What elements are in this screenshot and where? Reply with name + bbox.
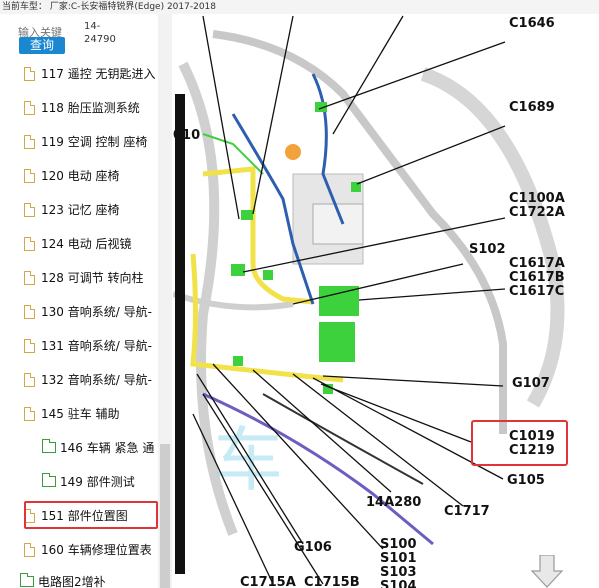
document-icon bbox=[24, 237, 35, 251]
tree-item[interactable]: 电路图2增补 bbox=[0, 572, 171, 588]
window-title: 当前车型： 厂家:C-长安福特锐界(Edge) 2017-2018 bbox=[0, 0, 599, 14]
tree-item[interactable]: 131 音响系统/ 导航- bbox=[0, 336, 171, 356]
tree-item[interactable]: 145 驻车 辅助 bbox=[0, 404, 171, 424]
connector-label: S100 bbox=[380, 537, 417, 552]
connector-label: S101 bbox=[380, 551, 417, 566]
connector-label: G107 bbox=[512, 376, 550, 391]
sidebar-scrollbar[interactable] bbox=[158, 14, 172, 588]
tree-item-label: 131 音响系统/ 导航- bbox=[41, 339, 152, 353]
document-icon bbox=[24, 101, 35, 115]
tree-item[interactable]: 130 音响系统/ 导航- bbox=[0, 302, 171, 322]
connector-label: C1646 bbox=[509, 16, 555, 31]
tree-item-label: 电路图2增补 bbox=[38, 575, 106, 588]
tree-item[interactable]: 132 音响系统/ 导航- bbox=[0, 370, 171, 390]
document-icon bbox=[24, 543, 35, 557]
tree-item-label: 118 胎压监测系统 bbox=[41, 101, 140, 115]
tree-item[interactable]: 146 车辆 紧急 通 bbox=[0, 438, 171, 458]
selection-highlight bbox=[24, 501, 158, 529]
tree-item-label: 124 电动 后视镜 bbox=[41, 237, 132, 251]
document-icon bbox=[24, 271, 35, 285]
document-icon bbox=[24, 373, 35, 387]
document-icon bbox=[24, 407, 35, 421]
tree-item-label: 130 音响系统/ 导航- bbox=[41, 305, 152, 319]
tree-item[interactable]: 149 部件测试 bbox=[0, 472, 171, 492]
connector-label: C1617B bbox=[509, 270, 565, 285]
folder-icon bbox=[42, 473, 56, 487]
search-result-line1: 14- bbox=[84, 21, 101, 32]
tree-item-label: 149 部件测试 bbox=[60, 475, 135, 489]
connector-label: G106 bbox=[294, 540, 332, 555]
document-icon bbox=[24, 305, 35, 319]
connector-label: S102 bbox=[469, 242, 506, 257]
tree-item-label: 160 车辆修理位置表 bbox=[41, 543, 152, 557]
connector-label: 14A280 bbox=[366, 495, 422, 510]
tree-item-label: 128 可调节 转向柱 bbox=[41, 271, 144, 285]
document-icon bbox=[24, 339, 35, 353]
folder-icon bbox=[20, 573, 34, 587]
tree-item[interactable]: 128 可调节 转向柱 bbox=[0, 268, 171, 288]
scroll-thumb[interactable] bbox=[160, 444, 170, 588]
search-result-line2: 24790 bbox=[84, 34, 116, 45]
connector-label: C1715A bbox=[240, 575, 296, 588]
tree-item-label: 120 电动 座椅 bbox=[41, 169, 120, 183]
tree-item-label: 123 记忆 座椅 bbox=[41, 203, 120, 217]
sidebar: 查询 14- 24790 117 遥控 无钥匙进入 118 胎压监测系统 119 空… bbox=[0, 14, 172, 588]
tree-item[interactable]: 124 电动 后视镜 bbox=[0, 234, 171, 254]
connector-label: C1100A bbox=[509, 191, 565, 206]
connector-label: G105 bbox=[507, 473, 545, 488]
tree-item-label: 146 车辆 紧急 通 bbox=[60, 441, 155, 455]
document-icon bbox=[24, 135, 35, 149]
tree-item-label: 119 空调 控制 座椅 bbox=[41, 135, 148, 149]
tree-item[interactable]: 118 胎压监测系统 bbox=[0, 98, 171, 118]
search-button[interactable]: 查询 bbox=[19, 37, 65, 54]
connector-label: C1617C bbox=[509, 284, 565, 299]
document-icon bbox=[24, 169, 35, 183]
tree-item-label: 117 遥控 无钥匙进入 bbox=[41, 67, 156, 81]
document-icon bbox=[24, 203, 35, 217]
tree-item[interactable]: 117 遥控 无钥匙进入 bbox=[0, 64, 171, 84]
connector-label: C1722A bbox=[509, 205, 565, 220]
svg-text:车: 车 bbox=[213, 419, 283, 501]
tree-item[interactable]: 119 空调 控制 座椅 bbox=[0, 132, 171, 152]
scroll-down-arrow-icon[interactable] bbox=[530, 555, 564, 588]
tree-item-label: 132 音响系统/ 导航- bbox=[41, 373, 152, 387]
folder-icon bbox=[42, 439, 56, 453]
callout-highlight bbox=[471, 420, 568, 466]
connector-label: C1715B bbox=[304, 575, 360, 588]
connector-label: S104 bbox=[380, 579, 417, 588]
tree-item[interactable]: 160 车辆修理位置表 bbox=[0, 540, 171, 560]
document-icon bbox=[24, 67, 35, 81]
connector-label: S103 bbox=[380, 565, 417, 580]
connector-label: 010 bbox=[173, 128, 201, 143]
search-result: 14- 24790 bbox=[84, 20, 116, 46]
tree-item[interactable]: 123 记忆 座椅 bbox=[0, 200, 171, 220]
connector-label: C1617A bbox=[509, 256, 565, 271]
tree-item[interactable]: 120 电动 座椅 bbox=[0, 166, 171, 186]
connector-label: C1689 bbox=[509, 100, 555, 115]
connector-label: C1717 bbox=[444, 504, 490, 519]
tree-item-label: 145 驻车 辅助 bbox=[41, 407, 120, 421]
